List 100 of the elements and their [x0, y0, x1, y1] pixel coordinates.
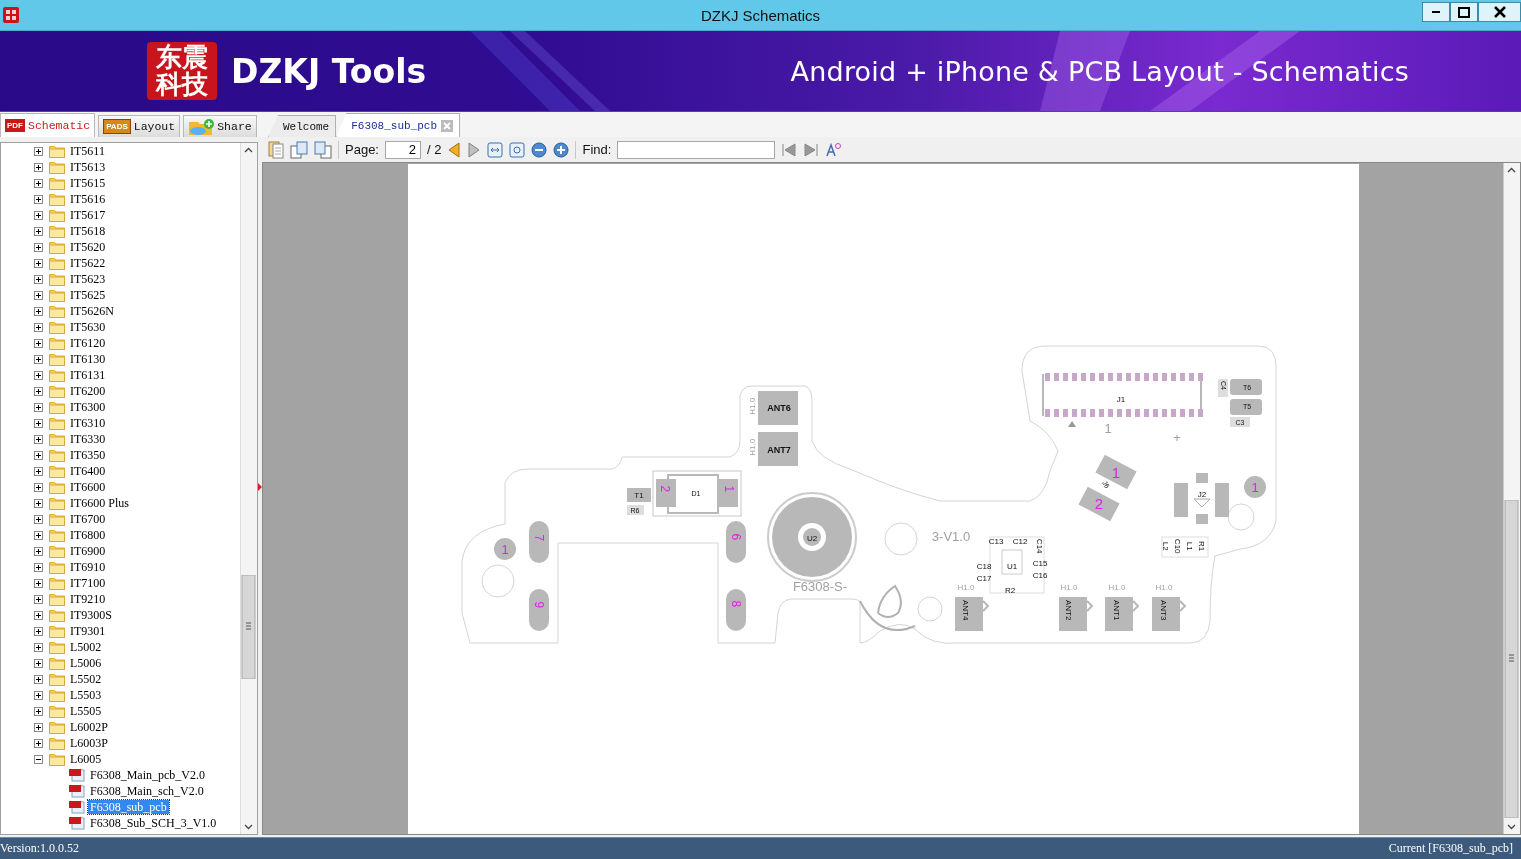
pages-icon[interactable] [314, 140, 332, 159]
expand-toggle-icon[interactable] [34, 146, 43, 156]
tree-item[interactable]: L5006 [68, 656, 104, 670]
expand-toggle-icon[interactable] [34, 242, 43, 252]
expand-toggle-icon[interactable] [34, 546, 43, 556]
document-icon[interactable] [268, 140, 284, 159]
expand-toggle-icon[interactable] [34, 530, 43, 540]
expand-toggle-icon[interactable] [34, 482, 43, 492]
expand-toggle-icon[interactable] [34, 258, 43, 268]
tree-item[interactable]: F6308_sub_pcb [88, 800, 169, 814]
expand-toggle-icon[interactable] [34, 674, 43, 684]
expand-toggle-icon[interactable] [34, 354, 43, 364]
expand-toggle-icon[interactable] [34, 210, 43, 220]
find-field[interactable] [617, 140, 776, 159]
tree-item[interactable]: L6005 [68, 752, 104, 766]
tree-item[interactable]: IT6400 [68, 464, 108, 478]
tree-item[interactable]: F6308_Main_pcb_V2.0 [88, 768, 207, 782]
expand-toggle-icon[interactable] [34, 690, 43, 700]
expand-toggle-icon[interactable] [34, 642, 43, 652]
tree-item[interactable]: IT5630 [68, 320, 108, 334]
tree-item[interactable]: IT5626N [68, 304, 116, 318]
find-next-icon[interactable] [803, 141, 820, 158]
tree-item[interactable]: IT5615 [68, 176, 108, 190]
tree-item[interactable]: F6308_Sub_SCH_3_V1.0 [88, 816, 219, 830]
tree-item[interactable]: IT5622 [68, 256, 108, 270]
expand-toggle-icon[interactable] [34, 162, 43, 172]
expand-toggle-icon[interactable] [34, 386, 43, 396]
tree-item[interactable]: IT5625 [68, 288, 108, 302]
expand-toggle-icon[interactable] [34, 418, 43, 428]
panel-tab[interactable]: PDF Schematic [0, 113, 96, 137]
tree-item[interactable]: IT6910 [68, 560, 108, 574]
tree-item[interactable]: IT6120 [68, 336, 108, 350]
fit-width-icon[interactable] [487, 141, 504, 158]
expand-toggle-icon[interactable] [34, 370, 43, 380]
tree-item[interactable]: L5503 [68, 688, 104, 702]
tree-item[interactable]: L5505 [68, 704, 104, 718]
expand-toggle-icon[interactable] [34, 722, 43, 732]
expand-toggle-icon[interactable] [34, 338, 43, 348]
expand-toggle-icon[interactable] [34, 450, 43, 460]
tree-item[interactable]: IT6310 [68, 416, 108, 430]
expand-toggle-icon[interactable] [34, 658, 43, 668]
tree-item[interactable]: IT5620 [68, 240, 108, 254]
pages-icon[interactable] [290, 140, 308, 159]
close-button[interactable] [1478, 2, 1521, 22]
tree-item[interactable]: IT6700 [68, 512, 108, 526]
expand-toggle-icon[interactable] [34, 274, 43, 284]
collapse-toggle-icon[interactable] [34, 754, 43, 764]
tree-item[interactable]: IT6600 [68, 480, 108, 494]
expand-toggle-icon[interactable] [34, 434, 43, 444]
tree-item[interactable]: IT5611 [68, 144, 107, 158]
expand-toggle-icon[interactable] [34, 514, 43, 524]
expand-toggle-icon[interactable] [34, 562, 43, 572]
tree-item[interactable]: IT6800 [68, 528, 108, 542]
document-tab[interactable]: F6308_sub_pcb [336, 113, 461, 137]
collapse-arrow-icon[interactable] [258, 483, 262, 491]
panel-tab[interactable]: Share [183, 115, 257, 137]
tree-item[interactable]: IT6900 [68, 544, 108, 558]
tree-item[interactable]: IT5613 [68, 160, 108, 174]
expand-toggle-icon[interactable] [34, 306, 43, 316]
expand-toggle-icon[interactable] [34, 498, 43, 508]
tree-item[interactable]: IT6131 [68, 368, 108, 382]
zoom-in-icon[interactable] [553, 141, 570, 158]
previous-page-icon[interactable] [447, 141, 462, 158]
tree-item[interactable]: IT9300S [68, 608, 114, 622]
tree-item[interactable]: IT6600 Plus [68, 496, 131, 510]
page-field[interactable]: 2 [385, 140, 421, 159]
panel-tab[interactable]: PADS Layout [98, 115, 181, 137]
expand-toggle-icon[interactable] [34, 610, 43, 620]
tree-item[interactable]: IT9210 [68, 592, 108, 606]
tree-item[interactable]: IT5616 [68, 192, 108, 206]
document-tab[interactable]: Welcome [268, 115, 337, 137]
expand-toggle-icon[interactable] [34, 578, 43, 588]
expand-toggle-icon[interactable] [34, 626, 43, 636]
expand-toggle-icon[interactable] [34, 322, 43, 332]
expand-toggle-icon[interactable] [34, 194, 43, 204]
tree-item[interactable]: L5502 [68, 672, 104, 686]
minimize-button[interactable] [1422, 2, 1450, 22]
expand-toggle-icon[interactable] [34, 290, 43, 300]
expand-toggle-icon[interactable] [34, 226, 43, 236]
zoom-out-icon[interactable] [531, 141, 548, 158]
expand-toggle-icon[interactable] [34, 466, 43, 476]
expand-toggle-icon[interactable] [34, 178, 43, 188]
expand-toggle-icon[interactable] [34, 594, 43, 604]
highlight-icon[interactable] [825, 141, 842, 158]
find-previous-icon[interactable] [781, 141, 798, 158]
tree-item[interactable]: IT6350 [68, 448, 108, 462]
maximize-button[interactable] [1450, 2, 1478, 22]
expand-toggle-icon[interactable] [34, 706, 43, 716]
expand-toggle-icon[interactable] [34, 402, 43, 412]
scrollbar-thumb-icon[interactable] [1504, 500, 1519, 818]
tree-item[interactable]: IT5617 [68, 208, 108, 222]
tree-item[interactable]: F6308_Main_sch_V2.0 [88, 784, 206, 798]
scrollbar-thumb-icon[interactable] [241, 575, 256, 679]
tree-item[interactable]: IT5623 [68, 272, 108, 286]
tree-item[interactable]: IT6200 [68, 384, 108, 398]
tree-item[interactable]: IT6130 [68, 352, 108, 366]
tree-item[interactable]: L5002 [68, 640, 104, 654]
tree-item[interactable]: L6003P [68, 736, 110, 750]
tree-item[interactable]: IT5618 [68, 224, 108, 238]
tree-item[interactable]: IT9301 [68, 624, 108, 638]
